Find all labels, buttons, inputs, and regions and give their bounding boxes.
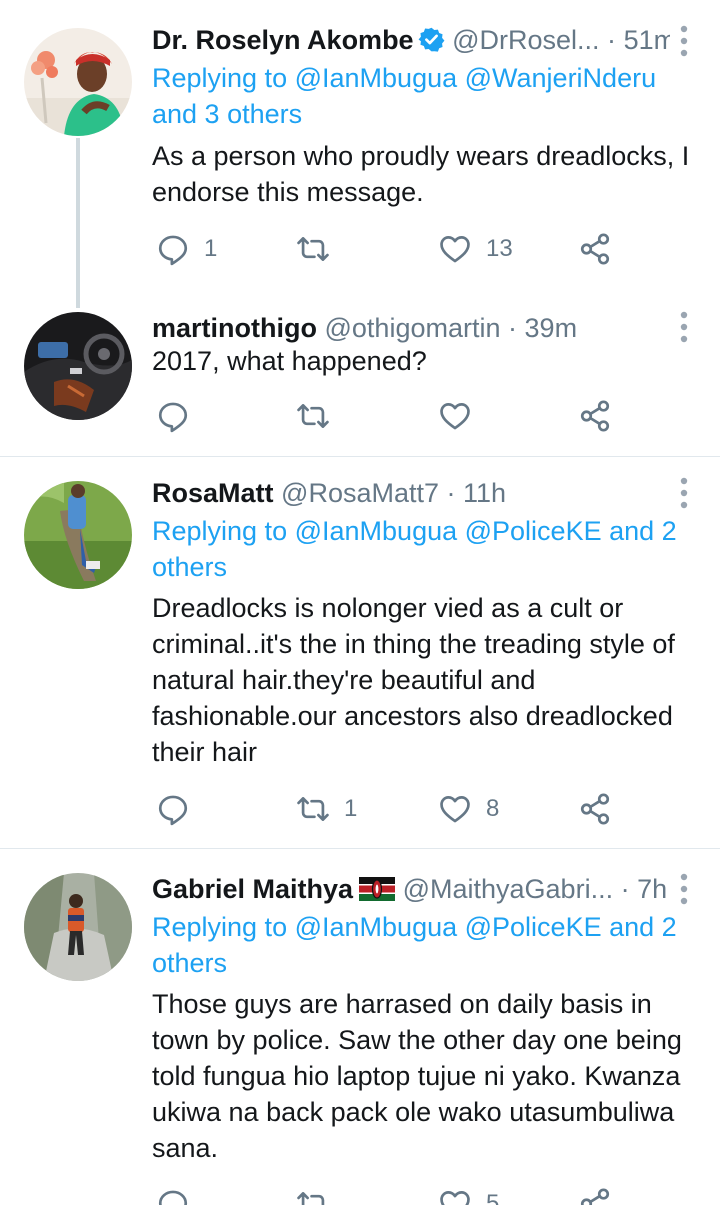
share-icon xyxy=(578,792,612,826)
retweet-button[interactable] xyxy=(296,229,344,269)
share-icon xyxy=(578,232,612,266)
tweet-header: martinothigo @othigomartin · 39m xyxy=(152,309,670,347)
retweet-icon xyxy=(296,399,330,433)
replying-to: Replying to @IanMbugua @PoliceKE and 2 o… xyxy=(152,909,692,981)
retweet-button[interactable] xyxy=(296,1184,344,1205)
share-button[interactable] xyxy=(578,229,612,269)
replying-to: Replying to @IanMbugua @PoliceKE and 2 o… xyxy=(152,513,692,585)
like-icon xyxy=(438,1187,472,1205)
share-button[interactable] xyxy=(578,396,612,436)
avatar[interactable] xyxy=(24,481,132,589)
display-name[interactable]: Gabriel Maithya xyxy=(152,874,353,904)
like-count: 13 xyxy=(486,235,513,262)
verified-icon xyxy=(418,25,445,52)
tweet-actions: 5 xyxy=(152,1184,622,1205)
tweet[interactable]: RosaMatt @RosaMatt7 · 11h Replying to @I… xyxy=(0,457,720,847)
replying-to: Replying to @IanMbugua @WanjeriNderu and… xyxy=(152,60,692,132)
reply-icon xyxy=(156,792,190,826)
reply-icon xyxy=(156,232,190,266)
handle[interactable]: @RosaMatt7 xyxy=(281,478,439,508)
like-count: 8 xyxy=(486,795,500,822)
tweet-header: Dr. Roselyn Akombe @DrRosel... · 51m xyxy=(152,21,670,59)
avatar[interactable] xyxy=(24,312,132,420)
tweet[interactable]: Dr. Roselyn Akombe @DrRosel... · 51m Rep… xyxy=(0,0,720,308)
share-icon xyxy=(578,399,612,433)
share-icon xyxy=(578,1187,612,1205)
retweet-button[interactable] xyxy=(296,396,344,436)
tweet[interactable]: martinothigo @othigomartin · 39m 2017, w… xyxy=(0,300,720,455)
display-name[interactable]: RosaMatt xyxy=(152,478,274,508)
more-icon[interactable] xyxy=(680,873,688,905)
tweet-actions xyxy=(152,396,622,436)
more-icon[interactable] xyxy=(680,25,688,57)
separator-dot: · xyxy=(607,25,617,55)
tweet[interactable]: Gabriel Maithya @MaithyaGabri... · 7h Re… xyxy=(0,849,720,1205)
reply-icon xyxy=(156,399,190,433)
share-button[interactable] xyxy=(578,789,612,829)
kenya-flag-icon xyxy=(359,873,396,901)
tweet-header: RosaMatt @RosaMatt7 · 11h xyxy=(152,474,670,512)
timestamp[interactable]: 51m xyxy=(624,25,670,55)
reply-button[interactable] xyxy=(156,396,204,436)
like-button[interactable] xyxy=(438,396,486,436)
reply-count: 1 xyxy=(204,235,218,262)
like-icon xyxy=(438,232,472,266)
thread-connector xyxy=(76,138,80,308)
replying-to-label: Replying to xyxy=(152,516,288,546)
share-button[interactable] xyxy=(578,1184,612,1205)
reply-icon xyxy=(156,1187,190,1205)
separator-dot: · xyxy=(620,874,630,904)
tweet-text: Those guys are harrased on daily basis i… xyxy=(152,989,682,1163)
timestamp[interactable]: 39m xyxy=(525,313,578,343)
retweet-icon xyxy=(296,1187,330,1205)
retweet-count: 1 xyxy=(344,795,358,822)
reply-button[interactable] xyxy=(156,1184,204,1205)
replying-to-others[interactable]: and 3 others xyxy=(152,99,302,129)
avatar[interactable] xyxy=(24,28,132,136)
like-button[interactable]: 8 xyxy=(438,789,499,829)
replying-to-users[interactable]: @IanMbugua @WanjeriNderu xyxy=(295,63,656,93)
display-name[interactable]: martinothigo xyxy=(152,313,317,343)
tweet-text: Dreadlocks is nolonger vied as a cult or… xyxy=(152,593,675,767)
handle[interactable]: @DrRosel... xyxy=(452,25,599,55)
tweet-text: 2017, what happened? xyxy=(152,346,427,376)
replying-to-label: Replying to xyxy=(152,912,288,942)
tweet-text: As a person who proudly wears dreadlocks… xyxy=(152,141,690,207)
separator-dot: · xyxy=(446,478,456,508)
more-icon[interactable] xyxy=(680,477,688,509)
timestamp[interactable]: 7h xyxy=(637,874,667,904)
like-button[interactable]: 13 xyxy=(438,229,513,269)
replying-to-label: Replying to xyxy=(152,63,288,93)
like-icon xyxy=(438,399,472,433)
like-icon xyxy=(438,792,472,826)
retweet-icon xyxy=(296,792,330,826)
separator-dot: · xyxy=(508,313,518,343)
tweet-actions: 1 8 xyxy=(152,789,622,829)
retweet-button[interactable]: 1 xyxy=(296,789,357,829)
display-name[interactable]: Dr. Roselyn Akombe xyxy=(152,25,414,55)
reply-button[interactable]: 1 xyxy=(156,229,217,269)
handle[interactable]: @othigomartin xyxy=(325,313,501,343)
reply-button[interactable] xyxy=(156,789,204,829)
handle[interactable]: @MaithyaGabri... xyxy=(403,874,613,904)
avatar[interactable] xyxy=(24,873,132,981)
like-button[interactable]: 5 xyxy=(438,1184,499,1205)
more-icon[interactable] xyxy=(680,311,688,343)
like-count: 5 xyxy=(486,1190,500,1205)
tweet-actions: 1 13 xyxy=(152,229,622,269)
tweet-header: Gabriel Maithya @MaithyaGabri... · 7h xyxy=(152,870,670,908)
retweet-icon xyxy=(296,232,330,266)
timestamp[interactable]: 11h xyxy=(463,478,506,508)
